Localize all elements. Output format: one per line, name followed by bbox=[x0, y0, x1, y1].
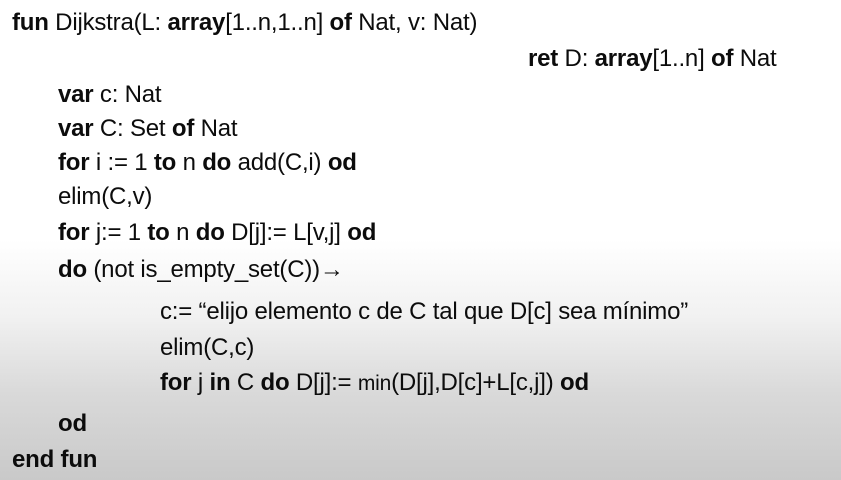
code-text: (not is_empty_set(C))→ bbox=[86, 256, 344, 283]
code-line-do-loop: do (not is_empty_set(C))→ bbox=[58, 255, 344, 285]
code-line-for-update-d: for j in C do D[j]:= min(D[j],D[c]+L[c,j… bbox=[160, 368, 589, 399]
code-text: add(C,i) bbox=[231, 149, 328, 176]
keyword-for: for bbox=[58, 219, 90, 246]
keyword-do: do bbox=[202, 149, 232, 176]
code-text: D: bbox=[558, 45, 595, 72]
code-text: Nat bbox=[194, 115, 238, 142]
keyword-od: od bbox=[327, 149, 357, 176]
keyword-for: for bbox=[160, 369, 192, 396]
code-text: c: Nat bbox=[93, 81, 162, 108]
keyword-to: to bbox=[147, 219, 170, 246]
keyword-array: array bbox=[594, 45, 653, 72]
keyword-to: to bbox=[153, 149, 177, 176]
code-slide: fun Dijkstra(L: array[1..n,1..n] of Nat,… bbox=[0, 0, 841, 480]
keyword-var: var bbox=[58, 81, 94, 108]
code-line-end-fun: end fun bbox=[12, 445, 97, 475]
code-text: D[j]:= L[v,j] bbox=[224, 219, 348, 246]
code-text: Dijkstra(L: bbox=[48, 9, 168, 36]
code-text: c:= “elijo elemento c de C tal que D[c] … bbox=[160, 298, 689, 325]
code-line-return-type: ret D: array[1..n] of Nat bbox=[528, 44, 777, 74]
code-text: C: Set bbox=[93, 115, 172, 142]
keyword-of: of bbox=[711, 45, 734, 72]
function-min: min bbox=[357, 372, 392, 395]
code-text: C bbox=[230, 369, 261, 396]
keyword-in: in bbox=[209, 369, 231, 396]
code-text: j bbox=[191, 369, 210, 396]
code-text: Nat bbox=[733, 45, 777, 72]
keyword-ret: ret bbox=[528, 45, 559, 72]
code-text: Nat, v: Nat) bbox=[351, 9, 478, 36]
keyword-end-fun: end fun bbox=[12, 446, 98, 473]
keyword-of: of bbox=[171, 115, 195, 142]
keyword-od: od bbox=[58, 410, 87, 437]
code-text: [1..n] bbox=[652, 45, 712, 72]
code-text: elim(C,c) bbox=[160, 334, 255, 361]
code-line-elim-c: elim(C,c) bbox=[160, 333, 254, 363]
keyword-for: for bbox=[58, 149, 90, 176]
code-line-var-set: var C: Set of Nat bbox=[58, 114, 238, 144]
code-line-choose-min: c:= “elijo elemento c de C tal que D[c] … bbox=[160, 297, 688, 327]
keyword-of: of bbox=[329, 9, 352, 36]
code-text: D[j]:= bbox=[289, 369, 358, 396]
code-text: n bbox=[169, 219, 196, 246]
code-text: (D[j],D[c]+L[c,j]) bbox=[391, 369, 560, 396]
keyword-od: od bbox=[347, 219, 377, 246]
keyword-array: array bbox=[167, 9, 226, 36]
keyword-od: od bbox=[559, 369, 589, 396]
code-text: j:= 1 bbox=[89, 219, 148, 246]
code-line-var-c: var c: Nat bbox=[58, 80, 162, 110]
code-line-for-add: for i := 1 to n do add(C,i) od bbox=[58, 148, 357, 178]
code-line-function-signature: fun Dijkstra(L: array[1..n,1..n] of Nat,… bbox=[12, 8, 477, 38]
code-line-for-init-d: for j:= 1 to n do D[j]:= L[v,j] od bbox=[58, 218, 376, 248]
code-text: elim(C,v) bbox=[58, 183, 153, 210]
code-text: n bbox=[176, 149, 203, 176]
keyword-fun: fun bbox=[12, 9, 49, 36]
code-line-od: od bbox=[58, 409, 87, 439]
code-text: i := 1 bbox=[89, 149, 154, 176]
code-line-elim-v: elim(C,v) bbox=[58, 182, 152, 212]
keyword-do: do bbox=[195, 219, 225, 246]
keyword-var: var bbox=[58, 115, 94, 142]
keyword-do: do bbox=[260, 369, 290, 396]
keyword-do: do bbox=[58, 256, 87, 283]
code-text: [1..n,1..n] bbox=[225, 9, 330, 36]
